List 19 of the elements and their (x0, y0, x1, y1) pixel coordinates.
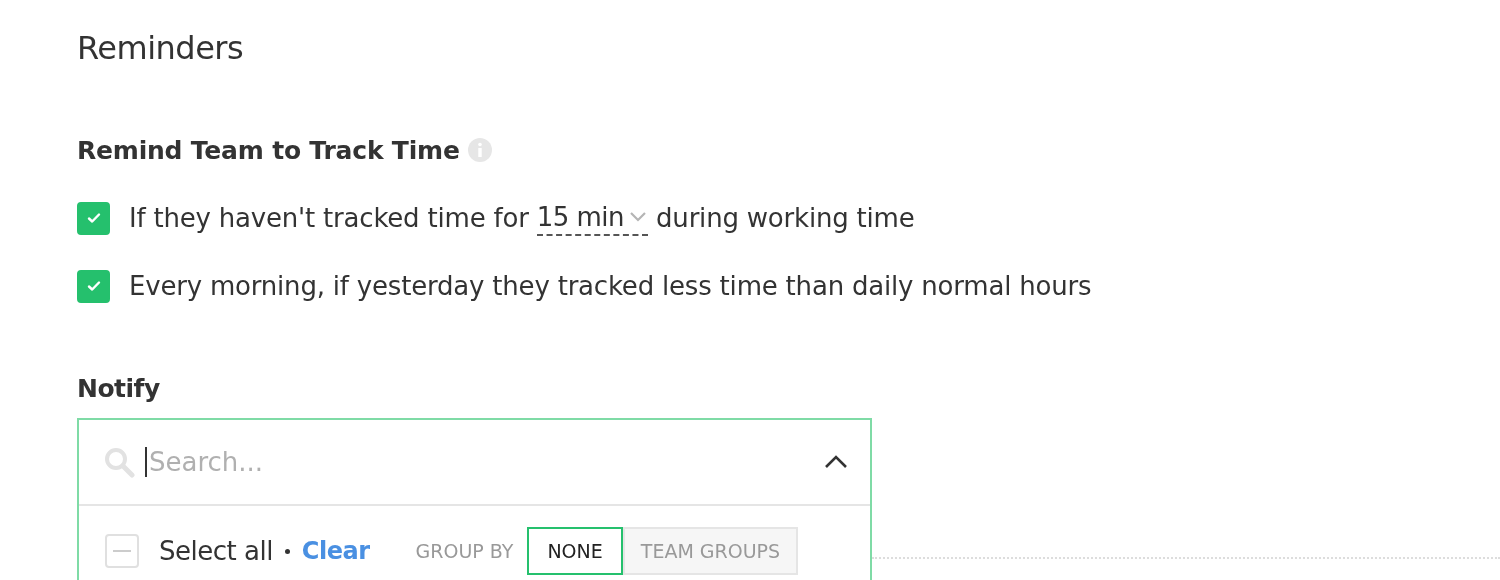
notify-label: Notify (77, 373, 161, 405)
info-icon[interactable] (467, 138, 492, 162)
reminder-label: Every morning, if yesterday they tracked less time than daily normal hours (129, 271, 1092, 301)
group-by-option[interactable]: NONE (527, 527, 623, 575)
reminder-label: If they haven't tracked time for (129, 203, 529, 233)
section-heading: Remind Team to Track Time (77, 135, 460, 165)
select-all-label: Select all (159, 536, 273, 566)
chevron-icon (628, 211, 649, 223)
group-by-label: GROUP BY (415, 540, 514, 562)
check-icon (85, 278, 102, 294)
reminder-label: during working time (656, 203, 915, 233)
caret-icon[interactable] (824, 455, 848, 469)
checkbox[interactable] (77, 269, 110, 303)
check-icon (85, 210, 102, 226)
interval-dropdown[interactable]: 15 min (536, 200, 649, 236)
select-all-checkbox[interactable] (105, 534, 139, 568)
checkbox[interactable] (77, 201, 110, 235)
page-title: Reminders (77, 28, 245, 69)
search-icon (103, 446, 135, 478)
